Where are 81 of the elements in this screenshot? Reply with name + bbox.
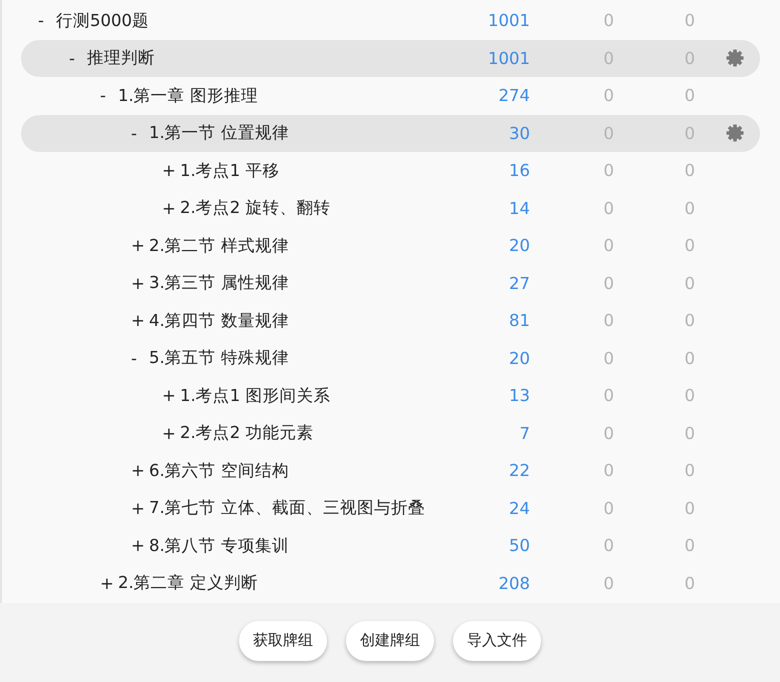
expand-toggle[interactable]: + xyxy=(131,536,149,556)
expand-toggle[interactable]: - xyxy=(131,124,149,143)
expand-toggle[interactable]: + xyxy=(162,386,180,406)
card-count: 24 xyxy=(508,498,530,518)
expand-toggle[interactable]: + xyxy=(131,461,149,480)
count-value: 0 xyxy=(684,236,695,256)
count-value: 0 xyxy=(602,311,614,330)
count-value: 0 xyxy=(684,424,695,443)
count-value: 0 xyxy=(602,86,614,106)
deck-name[interactable]: 1.考点1 平移 xyxy=(180,160,280,182)
count-value: 0 xyxy=(602,11,614,30)
count-value: 0 xyxy=(602,498,614,518)
deck-name[interactable]: 6.第六节 空间结构 xyxy=(149,460,289,482)
card-count: 27 xyxy=(508,274,530,293)
settings-icon[interactable] xyxy=(726,124,744,142)
expand-toggle[interactable]: + xyxy=(131,236,149,256)
card-count: 7 xyxy=(518,424,530,443)
expand-toggle[interactable]: - xyxy=(100,86,118,106)
card-count: 30 xyxy=(508,124,530,143)
count-value: 0 xyxy=(684,198,695,218)
card-count: 1001 xyxy=(487,48,530,68)
expand-toggle[interactable]: - xyxy=(69,48,87,68)
count-value: 0 xyxy=(684,536,695,556)
deck-name[interactable]: 1.第一章 图形推理 xyxy=(118,84,258,107)
count-value: 0 xyxy=(602,536,614,556)
count-value: 0 xyxy=(684,86,695,106)
count-value: 0 xyxy=(602,161,614,180)
deck-name[interactable]: 2.第二节 样式规律 xyxy=(149,234,289,257)
deck-name[interactable]: 8.第八节 专项集训 xyxy=(149,534,289,557)
deck-name[interactable]: 2.考点2 旋转、翻转 xyxy=(180,197,330,220)
card-count: 274 xyxy=(498,86,530,106)
expand-toggle[interactable]: + xyxy=(162,198,180,218)
expand-toggle[interactable]: + xyxy=(131,274,149,293)
count-value: 0 xyxy=(684,498,695,518)
card-count: 16 xyxy=(508,161,530,180)
deck-name[interactable]: 2.第二章 定义判断 xyxy=(118,572,258,594)
count-value: 0 xyxy=(684,574,695,593)
card-count: 22 xyxy=(508,461,530,480)
card-count: 14 xyxy=(508,198,530,218)
card-count: 1001 xyxy=(487,11,530,30)
card-count: 13 xyxy=(508,386,530,406)
count-value: 0 xyxy=(602,386,614,406)
count-value: 0 xyxy=(684,311,695,330)
deck-name[interactable]: 1.考点1 图形间关系 xyxy=(180,384,330,407)
deck-name[interactable]: 7.第七节 立体、截面、三视图与折叠 xyxy=(149,497,425,520)
count-value: 0 xyxy=(602,236,614,256)
card-count: 20 xyxy=(508,348,530,368)
deck-name[interactable]: 2.考点2 功能元素 xyxy=(180,422,314,444)
footer-button[interactable]: 创建牌组 xyxy=(346,620,434,660)
count-value: 0 xyxy=(602,198,614,218)
count-value: 0 xyxy=(684,348,695,368)
count-value: 0 xyxy=(602,348,614,368)
deck-name[interactable]: 1.第一节 位置规律 xyxy=(149,122,289,144)
count-value: 0 xyxy=(602,574,614,593)
expand-toggle[interactable]: + xyxy=(131,498,149,518)
card-count: 50 xyxy=(508,536,530,556)
count-value: 0 xyxy=(684,11,695,30)
expand-toggle[interactable]: + xyxy=(100,574,118,593)
count-value: 0 xyxy=(684,274,695,293)
deck-name[interactable]: 行测5000题 xyxy=(56,10,149,32)
deck-name[interactable]: 3.第三节 属性规律 xyxy=(149,272,289,294)
footer-button[interactable]: 获取牌组 xyxy=(239,620,327,660)
expand-toggle[interactable]: + xyxy=(162,424,180,443)
expand-toggle[interactable]: + xyxy=(131,311,149,330)
expand-toggle[interactable]: - xyxy=(131,348,149,368)
count-value: 0 xyxy=(602,461,614,480)
count-value: 0 xyxy=(684,161,695,180)
count-value: 0 xyxy=(602,274,614,293)
card-count: 81 xyxy=(508,311,530,330)
card-count: 20 xyxy=(508,236,530,256)
deck-name[interactable]: 5.第五节 特殊规律 xyxy=(149,347,289,370)
count-value: 0 xyxy=(684,386,695,406)
count-value: 0 xyxy=(684,461,695,480)
card-count: 208 xyxy=(498,574,530,593)
footer-button[interactable]: 导入文件 xyxy=(453,620,541,660)
expand-toggle[interactable]: + xyxy=(162,161,180,180)
expand-toggle[interactable]: - xyxy=(38,11,56,30)
deck-name[interactable]: 推理判断 xyxy=(87,47,155,70)
count-value: 0 xyxy=(602,424,614,443)
deck-name[interactable]: 4.第四节 数量规律 xyxy=(149,310,289,332)
settings-icon[interactable] xyxy=(726,49,744,68)
